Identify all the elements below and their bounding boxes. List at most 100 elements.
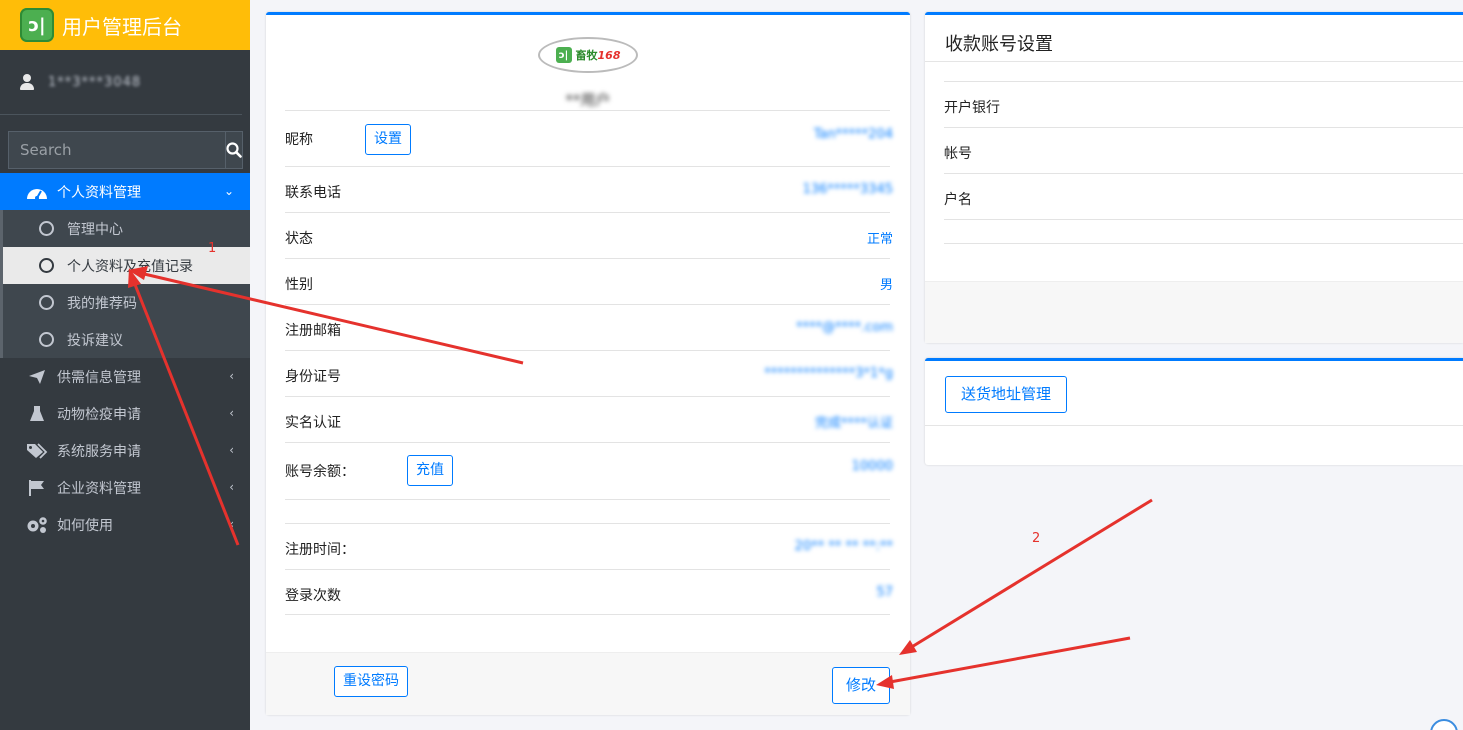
leaf-icon: ↄ| [555,47,572,63]
flag-icon [26,479,48,497]
row-label: 注册邮箱 [285,323,341,339]
row-value: 正常 [866,232,893,247]
tags-icon [26,442,48,460]
shipping-address-button[interactable]: 送货地址管理 [945,376,1067,413]
circle-icon [39,332,54,347]
row-spacer [285,499,890,523]
nav-item-supply[interactable]: 供需信息管理 ‹ [0,358,250,395]
row-label: 户名 [944,192,972,208]
row-label: 联系电话 [285,185,341,201]
dashboard-icon [26,183,48,201]
row-value: 男 [879,278,893,293]
annotation-label: 2 [1032,531,1041,546]
row-label: 实名认证 [285,415,341,431]
row-spacer [944,219,1463,244]
site-logo: ↄ| 畜牧 168 [538,37,638,73]
row-value: 57 [876,585,893,600]
row-gender: 性别 男 [285,258,893,304]
row-label: 身份证号 [285,369,341,385]
sub-item-label: 投诉建议 [67,332,123,349]
nav-item-howto[interactable]: 如何使用 ‹ [0,506,250,543]
chevron-down-icon: ⌄ [223,184,234,198]
row-bank: 开户银行 [944,81,1463,127]
sub-item-label: 管理中心 [67,221,123,238]
brand-title: 用户管理后台 [62,14,182,39]
reset-password-button[interactable]: 重设密码 [334,666,408,697]
profile-card-footer: 重设密码 修改 [266,652,910,715]
divider [925,61,1463,62]
card-title: 收款账号设置 [945,34,1053,55]
cogs-icon [26,516,48,534]
nav-item-label: 企业资料管理 [57,480,141,497]
help-icon[interactable] [1430,719,1458,730]
row-value: 10000 [851,459,893,474]
card-footer [925,281,1463,343]
row-label: 注册时间： [285,542,355,558]
annotation-arrow [899,498,1153,655]
paper-plane-icon [26,368,48,386]
nav-item-services[interactable]: 系统服务申请 ‹ [0,432,250,469]
sub-item-referral[interactable]: 我的推荐码 [0,284,250,321]
chevron-left-icon: ‹ [229,517,234,531]
annotation-label: 1 [208,241,217,256]
row-register-time: 注册时间： 20** ** ** **:** [285,523,893,569]
brand-bar[interactable]: ↄ| 用户管理后台 [0,0,250,50]
circle-icon [39,221,54,236]
row-label: 账号余额： [285,464,355,480]
shipping-address-card: 送货地址管理 [925,358,1463,465]
row-verification: 实名认证 完成****认证 [285,396,893,442]
logo-number: 168 [597,48,621,62]
row-label: 状态 [285,231,313,247]
row-label: 帐号 [944,146,972,162]
search-button[interactable] [225,131,243,169]
row-status: 状态 正常 [285,212,893,258]
nav-item-label: 如何使用 [57,517,113,534]
row-value: 136*****3345 [802,182,893,197]
recharge-button[interactable]: 充值 [407,455,453,486]
search-input[interactable] [8,131,225,169]
row-value: **************3*1*g [764,366,893,381]
row-label: 登录次数 [285,588,341,604]
row-value: 20** ** ** **:** [794,539,893,554]
row-label: 性别 [285,277,313,293]
profile-card: ↄ| 畜牧 168 **用户 昵称 设置 Tan*****204 联系电话 13… [266,12,910,715]
logo-word: 畜牧 [575,49,598,62]
row-account-name: 户名 [944,173,1463,219]
sub-item-label: 我的推荐码 [67,295,137,312]
search-icon [226,142,242,158]
user-name: 1**3***3048 [48,74,142,90]
payment-account-card: 收款账号设置 开户银行 帐号 户名 [925,12,1463,343]
nav-item-label: 系统服务申请 [57,443,141,460]
nav-item-enterprise[interactable]: 企业资料管理 ‹ [0,469,250,506]
brand-logo: ↄ| [20,8,54,42]
circle-icon [39,295,54,310]
row-value: 完成****认证 [814,416,893,431]
nav-item-label: 动物检疫申请 [57,406,141,423]
sidebar-nav: 个人资料管理 ⌄ 管理中心 个人资料及充值记录 我的推荐码 投诉建议 供需信息管… [0,173,250,543]
chevron-left-icon: ‹ [229,480,234,494]
chevron-left-icon: ‹ [229,369,234,383]
chevron-left-icon: ‹ [229,406,234,420]
row-balance: 账号余额： 充值 10000 [285,442,893,499]
user-icon [20,74,34,90]
sub-item-label: 个人资料及充值记录 [67,258,193,275]
row-value: Tan*****204 [813,127,893,142]
set-nickname-button[interactable]: 设置 [365,124,411,155]
profile-name: **用户 [565,91,611,109]
flask-icon [26,405,48,423]
nav-item-label: 供需信息管理 [57,369,141,386]
row-login-count: 登录次数 57 [285,569,893,615]
row-value: ****@****.com [796,320,893,335]
nav-item-label: 个人资料管理 [57,184,141,201]
row-id-number: 身份证号 **************3*1*g [285,350,893,396]
sub-item-feedback[interactable]: 投诉建议 [0,321,250,358]
user-panel[interactable]: 1**3***3048 [0,50,242,115]
row-phone: 联系电话 136*****3345 [285,166,893,212]
row-label: 开户银行 [944,100,1000,116]
nav-item-profile[interactable]: 个人资料管理 ⌄ [0,173,250,210]
annotation-arrow [876,636,1131,689]
nav-item-quarantine[interactable]: 动物检疫申请 ‹ [0,395,250,432]
chevron-left-icon: ‹ [229,443,234,457]
modify-button[interactable]: 修改 [832,667,890,704]
sidebar-search [8,131,243,169]
